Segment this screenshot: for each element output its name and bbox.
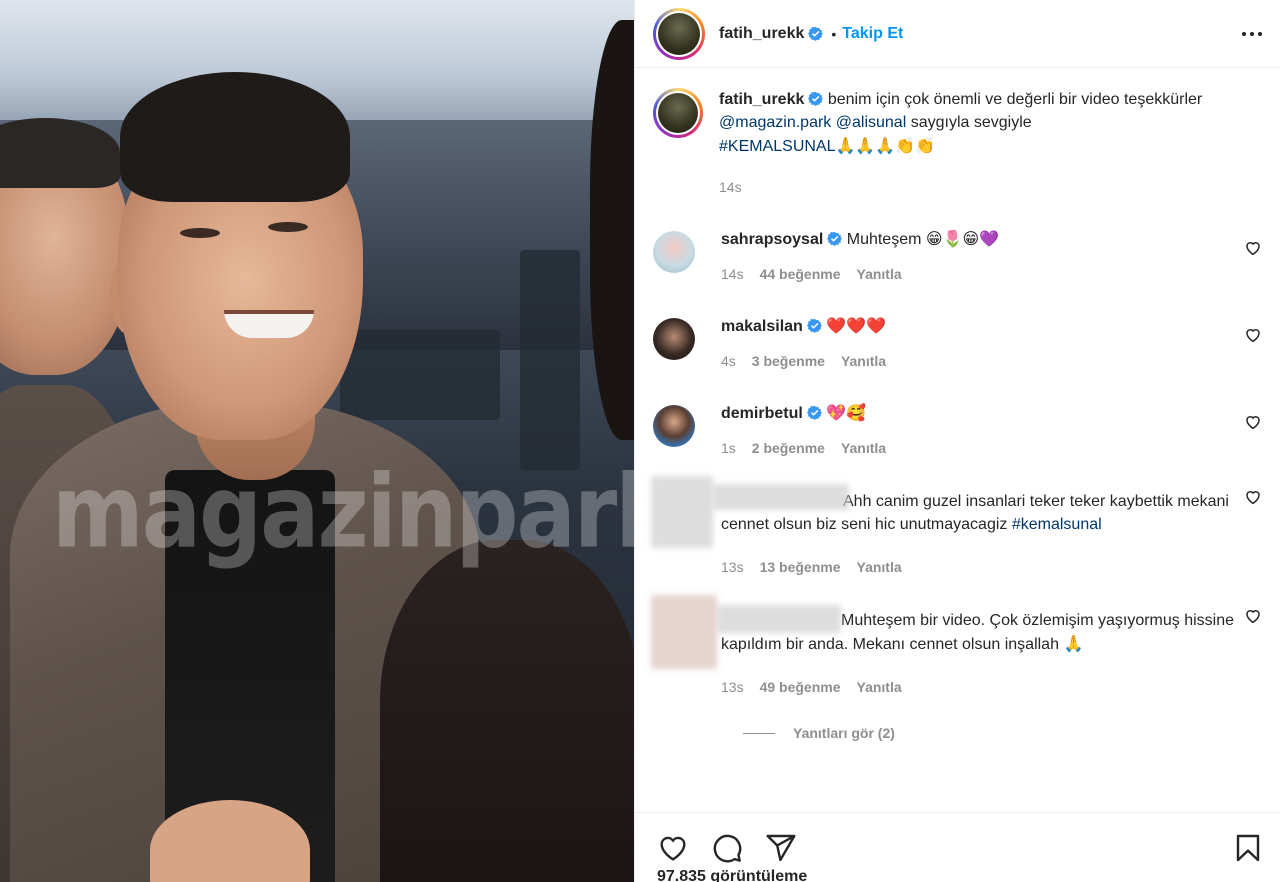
person-right-shoulder — [380, 540, 634, 882]
author-avatar[interactable] — [653, 7, 705, 60]
caption-body: benim için çok önemli ve değerli bir vid… — [827, 91, 1203, 108]
hashtag-kemalsunal[interactable]: #KEMALSUNAL — [719, 138, 836, 155]
comments-list[interactable]: fatih_urekk benim için çok önemli ve değ… — [635, 68, 1280, 812]
mention-alisunal[interactable]: @alisunal — [836, 114, 907, 131]
view-replies-line — [743, 732, 775, 734]
blurred-avatar — [651, 595, 717, 669]
commenter-username[interactable]: sahrapsoysal — [721, 231, 823, 248]
caption-time[interactable]: 14s — [719, 176, 742, 199]
comment-emojis: ❤️❤️❤️ — [826, 316, 887, 335]
commenter-username[interactable]: demirbetul — [721, 405, 803, 422]
post-caption: fatih_urekk benim için çok önemli ve değ… — [653, 88, 1262, 199]
post-video[interactable]: magazinpark — [0, 0, 634, 882]
background-pillar — [520, 250, 580, 470]
hashtag-kemalsunal[interactable]: #kemalsunal — [1012, 516, 1102, 533]
comment-likes[interactable]: 3 beğenme — [752, 350, 825, 373]
post-header: fatih_urekk • Takip Et — [635, 0, 1280, 68]
heart-icon[interactable] — [1244, 488, 1262, 506]
man-eye-right — [268, 222, 308, 232]
background-screen — [340, 330, 500, 420]
comment-text: Muhteşem — [846, 231, 922, 248]
comment-item: Ahh canim guzel insanlari teker teker ka… — [651, 476, 1262, 579]
caption-text: fatih_urekk benim için çok önemli ve değ… — [719, 88, 1238, 158]
heart-icon[interactable] — [1244, 326, 1262, 344]
comment-likes[interactable]: 2 beğenme — [752, 437, 825, 460]
more-icon[interactable] — [1240, 22, 1264, 46]
share-icon[interactable] — [765, 832, 797, 864]
comment-time[interactable]: 13s — [721, 556, 744, 579]
author-username[interactable]: fatih_urekk — [719, 25, 804, 43]
comment-likes[interactable]: 13 beğenme — [760, 556, 841, 579]
comment-time[interactable]: 1s — [721, 437, 736, 460]
reply-button[interactable]: Yanıtla — [841, 350, 886, 373]
instagram-post: magazinpark fatih_urekk • Takip Et fatih… — [0, 0, 1280, 882]
view-replies-button[interactable]: Yanıtları gör (2) — [743, 725, 1262, 741]
comment-time[interactable]: 4s — [721, 350, 736, 373]
person-right-hair — [590, 20, 634, 440]
commenter-username[interactable]: makalsilan — [721, 318, 803, 335]
reply-button[interactable]: Yanıtla — [841, 437, 886, 460]
post-side-panel: fatih_urekk • Takip Et fatih_urekk benim… — [634, 0, 1280, 882]
comment-emojis: 🙏 — [1063, 634, 1084, 653]
mention-magazin-park[interactable]: @magazin.park — [719, 114, 831, 131]
verified-badge-icon — [806, 405, 822, 420]
comment-time[interactable]: 13s — [721, 676, 744, 699]
view-replies-label: Yanıtları gör (2) — [793, 725, 895, 741]
blurred-username — [717, 605, 841, 633]
comment-emojis: 💖🥰 — [826, 403, 867, 422]
caption-username[interactable]: fatih_urekk — [719, 91, 804, 108]
blurred-avatar — [651, 476, 713, 548]
verified-badge-icon — [806, 318, 822, 333]
man-smile — [224, 310, 314, 338]
blurred-username — [713, 484, 849, 510]
commenter-avatar[interactable] — [653, 318, 695, 360]
verified-badge-icon — [808, 91, 824, 106]
comment-item: makalsilan ❤️❤️❤️ 4s 3 beğenme Yanıtla — [653, 314, 1262, 373]
follow-button[interactable]: Takip Et — [842, 25, 903, 43]
comment-icon[interactable] — [711, 832, 743, 864]
heart-icon[interactable] — [1244, 607, 1262, 625]
comment-item: demirbetul 💖🥰 1s 2 beğenme Yanıtla — [653, 401, 1262, 460]
caption-emojis: 🙏🙏🙏👏👏 — [835, 136, 936, 155]
caption-body-2: saygıyla sevgiyle — [910, 114, 1032, 131]
view-count[interactable]: 97.835 görüntüleme — [657, 868, 807, 882]
comment-item: sahrapsoysal Muhteşem 😁🌷😁💜 14s 44 beğenm… — [653, 227, 1262, 286]
commenter-avatar[interactable] — [653, 405, 695, 447]
comment-emojis: 😁🌷😁💜 — [925, 229, 1000, 248]
watermark: magazinpark — [52, 452, 634, 571]
caption-avatar[interactable] — [653, 88, 703, 138]
reply-button[interactable]: Yanıtla — [857, 263, 902, 286]
man-eye-left — [180, 228, 220, 238]
verified-badge-icon — [808, 26, 824, 41]
commenter-avatar[interactable] — [653, 231, 695, 273]
verified-badge-icon — [827, 231, 843, 246]
heart-icon[interactable] — [657, 832, 689, 864]
separator-dot: • — [831, 25, 837, 42]
heart-icon[interactable] — [1244, 413, 1262, 431]
man-hair — [120, 72, 350, 202]
comment-time[interactable]: 14s — [721, 263, 744, 286]
comment-item: Muhteşem bir video. Çok özlemişim yaşıyo… — [651, 595, 1262, 699]
comment-likes[interactable]: 44 beğenme — [760, 263, 841, 286]
comment-likes[interactable]: 49 beğenme — [760, 676, 841, 699]
heart-icon[interactable] — [1244, 239, 1262, 257]
reply-button[interactable]: Yanıtla — [857, 676, 902, 699]
bookmark-icon[interactable] — [1232, 832, 1264, 864]
reply-button[interactable]: Yanıtla — [857, 556, 902, 579]
